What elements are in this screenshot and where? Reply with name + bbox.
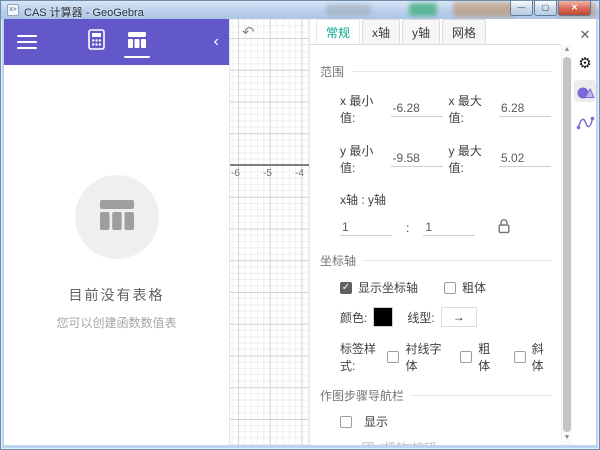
close-panel-icon[interactable]: ✕ [580,27,591,43]
axes-color-label: 颜色: [340,309,367,326]
axes-color-swatch[interactable] [373,307,393,327]
label-style-label: 标签样式: [340,340,381,374]
x-axis-tick-label: -5 [263,168,272,179]
serif-label: 衬线字体 [405,340,444,374]
axis-ratio-label: x轴 : y轴 [340,191,386,208]
lock-ratio-icon[interactable] [497,218,511,237]
label-italic-label: 斜体 [532,340,551,374]
play-button-label: “播放”按钮 [380,439,436,445]
title-bar: x» CAS 计算器 - GeoGebra — ▢ ✕ [1,1,599,19]
empty-state-subtitle: 您可以创建函数数值表 [56,314,176,331]
line-style-dropdown[interactable]: → [441,307,477,327]
sidebar-header: ‹ [4,19,229,65]
table-icon [127,31,147,54]
app-window: x» CAS 计算器 - GeoGebra — ▢ ✕ [0,0,600,450]
section-axes: 坐标轴 [320,252,551,269]
tab-grid[interactable]: 网格 [442,19,486,44]
play-button-checkbox: ✓ [362,442,374,446]
label-italic-checkbox[interactable] [514,351,526,363]
label-bold-label: 粗体 [478,340,497,374]
aero-glass-artifact [326,4,371,16]
close-button[interactable]: ✕ [558,1,591,16]
right-icon-strip: ✕ ⚙ [572,19,596,445]
show-axes-checkbox[interactable]: ✓ [340,282,352,294]
navbar-show-label: 显示 [364,413,388,430]
axes-bold-label: 粗体 [462,279,486,296]
aero-glass-artifact [453,2,515,17]
table-placeholder-icon [98,198,136,237]
section-navigation-bar: 作图步骤导航栏 [320,387,551,404]
ratio-separator: : [406,221,409,235]
tab-cas-calculator[interactable] [84,24,110,60]
function-curve-icon[interactable] [574,111,596,133]
x-axis-tick-label: -4 [295,168,304,179]
ratio-x-input[interactable]: 1 [340,220,392,236]
navbar-show-checkbox[interactable] [340,416,352,428]
tab-y-axis[interactable]: y轴 [402,19,440,44]
x-axis-tick-label: -6 [231,168,240,179]
ratio-y-input[interactable]: 1 [423,220,475,236]
scroll-down-icon[interactable]: ▼ [562,434,572,444]
empty-table-badge [75,175,159,259]
ymax-input[interactable]: 5.02 [499,151,551,167]
section-range: 范围 [320,63,551,80]
scroll-up-icon[interactable]: ▲ [562,46,572,56]
tab-general[interactable]: 常规 [316,19,360,44]
sidebar: ‹ 目前没有表格 您可以创建函数数值表 [4,19,229,445]
calculator-icon [88,29,105,55]
gear-icon[interactable]: ⚙ [578,56,591,71]
window-controls: — ▢ ✕ [509,1,591,16]
undo-icon[interactable]: ↶ [242,23,255,41]
collapse-sidebar-icon[interactable]: ‹ [214,19,219,65]
scrollbar-thumb[interactable] [563,57,571,432]
panel-scrollbar[interactable]: ▲ ▼ [561,45,572,445]
maximize-button[interactable]: ▢ [534,1,557,16]
xmax-label: x 最大值: [449,92,495,126]
ymin-label: y 最小值: [340,142,386,176]
xmin-input[interactable]: -6.28 [391,101,443,117]
settings-body: 范围 x 最小值: -6.28 x 最大值: 6.28 y 最小值: -9.58 [310,45,561,445]
axes-bold-checkbox[interactable] [444,282,456,294]
xmax-input[interactable]: 6.28 [499,101,551,117]
window-title: CAS 计算器 - GeoGebra [24,4,144,19]
xmin-label: x 最小值: [340,92,386,126]
label-bold-checkbox[interactable] [460,351,472,363]
tab-table-of-values[interactable] [124,24,150,60]
settings-tabs: 常规 x轴 y轴 网格 [310,19,561,45]
app-icon: x» [7,4,19,16]
line-style-label: 线型: [407,309,434,326]
ymin-input[interactable]: -9.58 [391,151,443,167]
show-axes-label: 显示坐标轴 [358,279,418,296]
app-content: ‹ 目前没有表格 您可以创建函数数值表 [4,19,596,445]
graphics-view-icon[interactable] [574,80,596,102]
x-axis-line [230,164,309,166]
aero-glass-artifact [409,3,437,16]
minimize-button[interactable]: — [510,1,533,16]
tab-x-axis[interactable]: x轴 [362,19,400,44]
graphics-view[interactable]: ↶ -6 -5 -4 [229,19,309,445]
serif-checkbox[interactable] [387,351,399,363]
table-empty-state: 目前没有表格 您可以创建函数数值表 [4,65,229,445]
ymax-label: y 最大值: [449,142,495,176]
empty-state-title: 目前没有表格 [69,285,165,305]
settings-panel: 常规 x轴 y轴 网格 范围 x 最小值: -6.28 x 最大值: 6.28 [309,19,561,445]
